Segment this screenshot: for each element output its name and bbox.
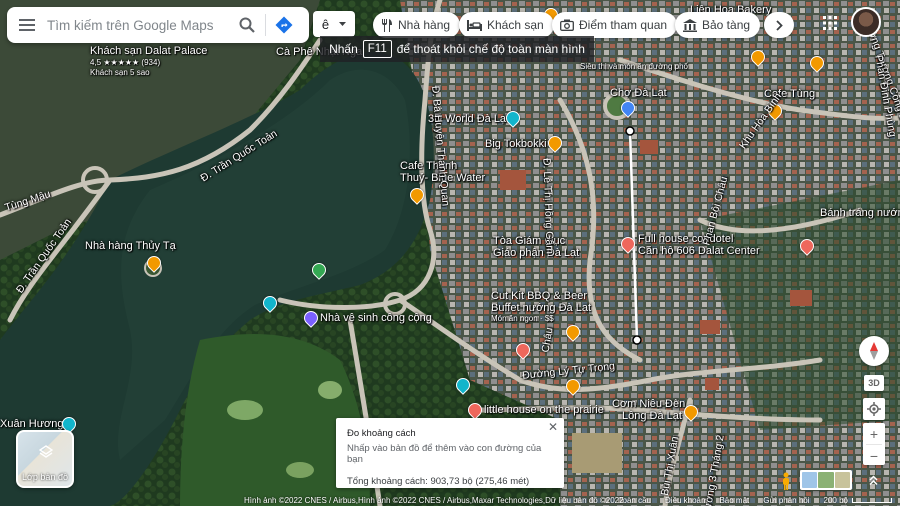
chevron-up-icon xyxy=(868,474,878,485)
thumb-terrain[interactable] xyxy=(818,472,834,488)
chevron-right-icon xyxy=(775,19,783,31)
fullscreen-notice-key: F11 xyxy=(362,40,392,58)
chip-hotels-label: Khách sạn xyxy=(487,18,544,32)
footer-link-privacy[interactable]: Bảo mật xyxy=(719,496,749,505)
expand-thumbnails-button[interactable] xyxy=(862,470,884,490)
label-dalat-palace-rating: 4,5 ★★★★★ (934) xyxy=(90,58,161,67)
thumb-satellite[interactable] xyxy=(834,472,850,488)
pegman-icon xyxy=(783,472,789,490)
label-thuy-ta[interactable]: Nhà hàng Thủy Tạ xyxy=(85,240,176,252)
pegman-button[interactable] xyxy=(776,472,796,490)
apps-grid-icon xyxy=(823,16,837,30)
fullscreen-notice: Nhấn F11 để thoát khỏi chế độ toàn màn h… xyxy=(320,36,594,62)
label-full-house-1[interactable]: Full house condotel xyxy=(638,233,733,245)
chip-hotels[interactable]: Khách sạn xyxy=(459,12,554,38)
fullscreen-notice-after: để thoát khỏi chế độ toàn màn hình xyxy=(396,42,585,56)
tilt-3d-button[interactable]: 3D xyxy=(864,375,884,391)
footer-link-feedback[interactable]: Gửi phản hồi xyxy=(763,496,809,505)
menu-button[interactable] xyxy=(7,7,47,43)
label-com-nieu-2: Lồng Đà Lạt xyxy=(622,410,682,422)
input-method-value: ê xyxy=(321,16,330,32)
my-location-icon xyxy=(867,402,881,416)
tilt-3d-label: 3D xyxy=(868,378,880,388)
compass-control[interactable] xyxy=(859,336,889,366)
chip-restaurants[interactable]: Nhà hàng xyxy=(373,12,461,38)
search-icon xyxy=(239,17,255,33)
directions-button[interactable] xyxy=(266,7,302,43)
chip-museums-label: Bảo tàng xyxy=(702,18,751,32)
measure-distance-total: Tổng khoảng cách: 903,73 bộ (275,46 mét) xyxy=(347,476,530,487)
plus-icon: + xyxy=(869,425,879,442)
label-little-house[interactable]: little house on the prairie xyxy=(484,404,604,416)
hamburger-icon xyxy=(19,19,35,31)
label-xuan-huong[interactable]: Xuân Hương xyxy=(0,418,64,430)
search-box xyxy=(7,7,309,43)
label-cafe-thanh-thuy-1[interactable]: Cafe Thanh xyxy=(400,160,457,172)
chip-restaurants-label: Nhà hàng xyxy=(398,18,451,32)
input-method-select[interactable]: ê xyxy=(313,11,355,37)
caret-down-icon xyxy=(339,22,347,26)
measure-distance-card: Đo khoảng cách Nhấp vào bản đồ để thêm v… xyxy=(336,418,564,488)
label-nha-ve-sinh[interactable]: Nhà vệ sinh công cộng xyxy=(320,312,432,324)
fullscreen-notice-before: Nhấn xyxy=(329,42,358,56)
fork-knife-icon xyxy=(382,18,392,32)
label-dalat-palace[interactable]: Khách sạn Dalat Palace xyxy=(90,45,207,57)
compass-icon xyxy=(870,342,878,360)
close-icon[interactable]: ✕ xyxy=(548,421,558,433)
label-cho-da-lat[interactable]: Chợ Đà Lạt xyxy=(610,87,667,99)
label-toa-giam-muc-2: Giáo phận Đà Lạt xyxy=(493,247,580,259)
zoom-control: + − xyxy=(863,423,885,465)
label-cutkit-3: Món ăn ngon · $$ xyxy=(491,314,554,323)
layers-icon xyxy=(39,445,53,458)
scale-bar-line xyxy=(852,497,892,503)
search-button[interactable] xyxy=(229,7,265,43)
directions-icon xyxy=(275,16,293,34)
label-market-goods: Siêu thị và món ăn đường phố xyxy=(580,62,689,71)
imagery-thumbnails[interactable] xyxy=(800,470,852,490)
measure-distance-hint: Nhấp vào bản đồ để thêm vào con đường củ… xyxy=(347,443,542,465)
label-cutkit-2: Buffet nướng Đà Lạt xyxy=(491,302,591,314)
account-avatar[interactable] xyxy=(851,7,881,37)
label-com-nieu-1[interactable]: Cơm Niêu Đèn xyxy=(612,398,685,410)
chip-museums[interactable]: Bảo tàng xyxy=(675,12,761,38)
label-full-house-2: Căn hộ 606 Dalat Center xyxy=(638,245,760,257)
label-cutkit-1[interactable]: Cut Kit BBQ & Beer xyxy=(491,290,587,302)
museum-icon xyxy=(683,18,697,32)
map-layers-label: Lớp bản đồ xyxy=(22,472,68,482)
scale-label: 200 bộ xyxy=(823,495,848,505)
bed-icon xyxy=(467,19,482,31)
chip-attractions-label: Điểm tham quan xyxy=(579,18,668,32)
chips-next-button[interactable] xyxy=(764,12,794,38)
label-big-tokbokki[interactable]: Big Tokbokki xyxy=(485,138,547,150)
my-location-button[interactable] xyxy=(863,398,885,420)
map-layers-button[interactable]: Lớp bản đồ xyxy=(16,430,74,488)
label-dalat-palace-type: Khách sạn 5 sao xyxy=(90,68,150,77)
search-input[interactable] xyxy=(47,17,229,33)
thumb-map[interactable] xyxy=(802,472,818,488)
chip-attractions[interactable]: Điểm tham quan xyxy=(552,12,678,38)
zoom-in-button[interactable]: + xyxy=(863,423,885,444)
scale-bar[interactable]: 200 bộ xyxy=(824,496,892,505)
google-apps-button[interactable] xyxy=(819,12,841,34)
label-banh-trang[interactable]: Bánh tráng nướng xyxy=(820,207,900,219)
measure-distance-title: Đo khoảng cách xyxy=(347,428,416,439)
camera-icon xyxy=(560,19,574,31)
minus-icon: − xyxy=(869,447,879,464)
zoom-out-button[interactable]: − xyxy=(863,445,885,466)
map-footer: Hình ảnh ©2022 CNES / Airbus,Hình ảnh ©2… xyxy=(0,494,900,506)
footer-link-terms[interactable]: Điều khoản xyxy=(665,496,705,505)
footer-attribution: Hình ảnh ©2022 CNES / Airbus,Hình ảnh ©2… xyxy=(244,495,624,505)
